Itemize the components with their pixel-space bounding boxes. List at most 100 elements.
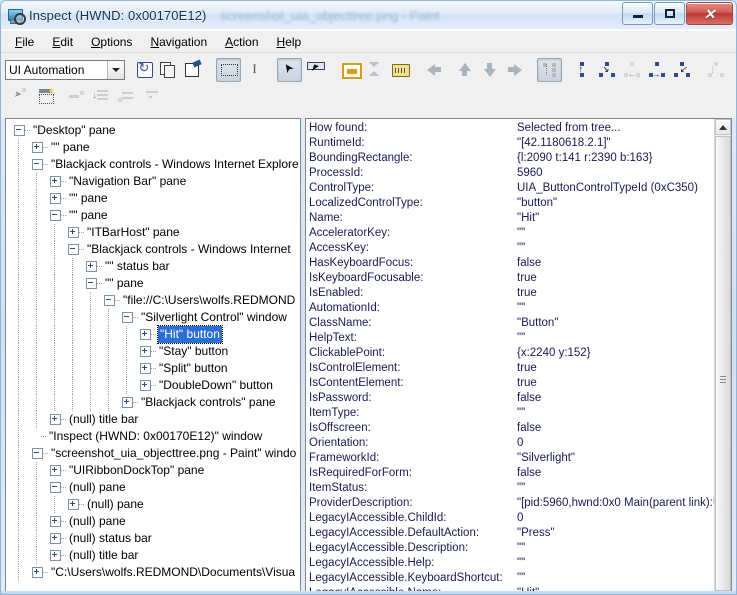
- text-cursor-button[interactable]: I: [243, 59, 266, 81]
- property-row[interactable]: LegacyIAccessible.DefaultAction:"Press": [309, 526, 731, 541]
- property-row[interactable]: AcceleratorKey:"": [309, 226, 731, 241]
- watch-focus-button[interactable]: [35, 84, 58, 106]
- expand-icon[interactable]: [32, 567, 43, 578]
- tree-item[interactable]: "Stay" button: [8, 343, 300, 360]
- property-row[interactable]: ItemType:"": [309, 406, 731, 421]
- tree-item[interactable]: (null) pane: [8, 496, 300, 513]
- scroll-up-button[interactable]: [715, 119, 731, 135]
- property-row[interactable]: LocalizedControlType:"button": [309, 196, 731, 211]
- highlight-rectangle-button[interactable]: [338, 59, 361, 81]
- property-row[interactable]: How found:Selected from tree...: [309, 121, 731, 136]
- tree-item[interactable]: (null) title bar: [8, 547, 300, 564]
- property-row[interactable]: BoundingRectangle:{l:2090 t:141 r:2390 b…: [309, 151, 731, 166]
- navigate-parent-button[interactable]: ↑: [570, 59, 593, 81]
- navigate-first-child-button[interactable]: ↘: [595, 59, 618, 81]
- expand-icon[interactable]: [32, 142, 43, 153]
- collapse-icon[interactable]: [14, 125, 25, 136]
- tree-item[interactable]: (null) status bar: [8, 530, 300, 547]
- property-row[interactable]: LegacyIAccessible.Description:"": [309, 541, 731, 556]
- tree-item[interactable]: "" pane: [8, 207, 300, 224]
- expand-icon[interactable]: [50, 550, 61, 561]
- expand-icon[interactable]: [140, 380, 151, 391]
- tree-item[interactable]: "Silverlight Control" window: [8, 309, 300, 326]
- property-row[interactable]: IsContentElement:true: [309, 376, 731, 391]
- move-next-button[interactable]: [140, 84, 163, 106]
- insert-child-button[interactable]: ↓: [90, 84, 113, 106]
- expand-icon[interactable]: [140, 329, 151, 340]
- tree-item[interactable]: "C:\Users\wolfs.REDMOND\Documents\Visua: [8, 564, 300, 581]
- tree-item-selected[interactable]: "Hit" button: [8, 326, 300, 343]
- property-row[interactable]: IsPassword:false: [309, 391, 731, 406]
- property-row[interactable]: HelpText:"": [309, 331, 731, 346]
- property-row[interactable]: ClickablePoint:{x:2240 y:152}: [309, 346, 731, 361]
- insert-before-button[interactable]: [65, 84, 88, 106]
- navigate-last-child-button[interactable]: ↙: [670, 59, 693, 81]
- tree-item[interactable]: "" pane: [8, 275, 300, 292]
- expand-icon[interactable]: [68, 499, 79, 510]
- tree-item[interactable]: "Split" button: [8, 360, 300, 377]
- select-element-button[interactable]: ➤: [10, 84, 33, 106]
- property-row[interactable]: RuntimeId:"[42.1180618.2.1]": [309, 136, 731, 151]
- tree-item[interactable]: (null) title bar: [8, 411, 300, 428]
- navigate-next-sibling-button[interactable]: →: [645, 59, 668, 81]
- copy-button[interactable]: [157, 59, 180, 81]
- properties-panel[interactable]: How found:Selected from tree...RuntimeId…: [305, 118, 732, 593]
- mode-combobox[interactable]: UI Automation: [5, 60, 125, 80]
- tree-item[interactable]: "" status bar: [8, 258, 300, 275]
- collapse-icon[interactable]: [122, 312, 133, 323]
- properties-vertical-scrollbar[interactable]: [714, 119, 731, 592]
- property-row[interactable]: AutomationId:"": [309, 301, 731, 316]
- property-row[interactable]: IsEnabled:true: [309, 286, 731, 301]
- collapse-icon[interactable]: [32, 159, 43, 170]
- nav-next-button[interactable]: [478, 59, 501, 81]
- property-row[interactable]: ItemStatus:"": [309, 481, 731, 496]
- expand-icon[interactable]: [50, 193, 61, 204]
- tree-item[interactable]: "ITBarHost" pane: [8, 224, 300, 241]
- close-button[interactable]: ✕: [686, 2, 733, 25]
- property-row[interactable]: IsKeyboardFocusable:true: [309, 271, 731, 286]
- collapse-icon[interactable]: [68, 244, 79, 255]
- tree-item[interactable]: "file://C:\Users\wolfs.REDMOND: [8, 292, 300, 309]
- chevron-down-icon[interactable]: [107, 61, 124, 79]
- properties-button[interactable]: [182, 59, 205, 81]
- collapse-icon[interactable]: [104, 295, 115, 306]
- menu-item-file[interactable]: File: [6, 33, 43, 51]
- expand-icon[interactable]: [50, 516, 61, 527]
- collapse-icon[interactable]: [50, 482, 61, 493]
- property-row[interactable]: LegacyIAccessible.KeyboardShortcut:"": [309, 571, 731, 586]
- insert-after-button[interactable]: [115, 84, 138, 106]
- maximize-button[interactable]: [654, 2, 685, 25]
- navigate-descendants-button[interactable]: [704, 59, 727, 81]
- property-row[interactable]: LegacyIAccessible.Help:"": [309, 556, 731, 571]
- menu-item-navigation[interactable]: Navigation: [141, 33, 216, 51]
- expand-icon[interactable]: [50, 176, 61, 187]
- collapse-icon[interactable]: [86, 278, 97, 289]
- minimize-button[interactable]: [622, 2, 653, 25]
- expand-icon[interactable]: [140, 363, 151, 374]
- tree-item[interactable]: "screenshot_uia_objecttree.png - Paint" …: [8, 445, 300, 462]
- nav-back-button[interactable]: [422, 59, 445, 81]
- tree-item[interactable]: "Blackjack controls - Windows Internet: [8, 241, 300, 258]
- property-row[interactable]: Name:"Hit": [309, 211, 731, 226]
- refresh-button[interactable]: [132, 59, 155, 81]
- property-row[interactable]: FrameworkId:"Silverlight": [309, 451, 731, 466]
- navigate-previous-sibling-button[interactable]: ←: [620, 59, 643, 81]
- hourglass-button[interactable]: [363, 59, 386, 81]
- menu-item-help[interactable]: Help: [268, 33, 311, 51]
- expand-icon[interactable]: [122, 397, 133, 408]
- menu-item-action[interactable]: Action: [216, 33, 267, 51]
- expand-icon[interactable]: [68, 227, 79, 238]
- tree-item[interactable]: "Desktop" pane: [8, 122, 300, 139]
- tree-item[interactable]: "Inspect (HWND: 0x00170E12)" window: [8, 428, 300, 445]
- tree-item[interactable]: "" pane: [8, 190, 300, 207]
- property-row[interactable]: LegacyIAccessible.ChildId:0: [309, 511, 731, 526]
- scrollbar-thumb[interactable]: [715, 136, 731, 591]
- property-row[interactable]: Orientation:0: [309, 436, 731, 451]
- tree-item[interactable]: "Navigation Bar" pane: [8, 173, 300, 190]
- tree-node-button[interactable]: [537, 58, 562, 82]
- menu-item-options[interactable]: Options: [82, 33, 141, 51]
- menu-item-edit[interactable]: Edit: [43, 33, 82, 51]
- tree-item[interactable]: (null) pane: [8, 513, 300, 530]
- property-row[interactable]: ProviderDescription:"[pid:5960,hwnd:0x0 …: [309, 496, 731, 511]
- nav-previous-button[interactable]: [453, 59, 476, 81]
